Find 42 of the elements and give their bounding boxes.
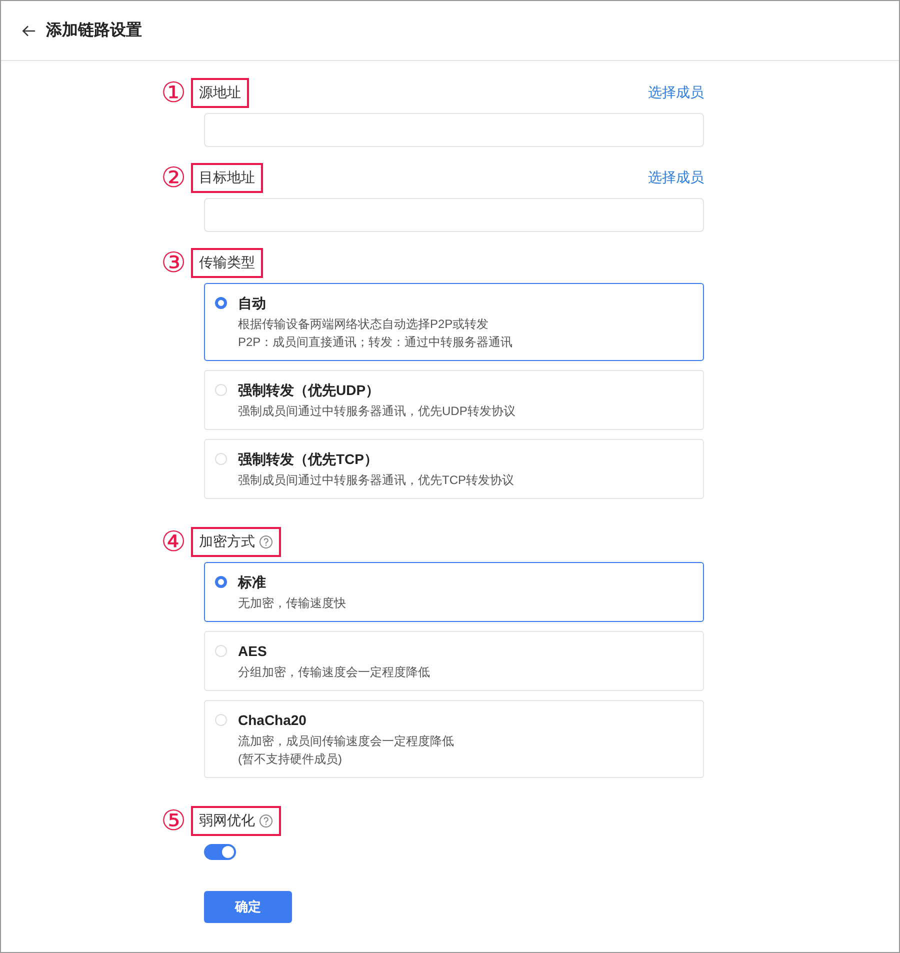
address-field[interactable] bbox=[204, 198, 704, 232]
option-card[interactable]: 强制转发（优先TCP） 强制成员间通过中转服务器通讯，优先TCP转发协议 bbox=[204, 439, 704, 499]
step-marker: ② bbox=[161, 162, 188, 194]
option-title: 标准 bbox=[238, 573, 267, 592]
step-marker: ③ bbox=[161, 247, 188, 279]
step-marker: ④ bbox=[161, 526, 188, 558]
option-description: 分组加密，传输速度会一定程度降低 bbox=[238, 664, 430, 681]
option-card[interactable]: ChaCha20 流加密，成员间传输速度会一定程度降低 (暂不支持硬件成员) bbox=[204, 700, 704, 778]
step-marker: ① bbox=[161, 77, 188, 109]
section-label: 弱网优化 bbox=[199, 812, 255, 830]
section-label: 加密方式 bbox=[199, 533, 255, 551]
option-description: 无加密，传输速度快 bbox=[238, 595, 346, 612]
option-card[interactable]: 自动 根据传输设备两端网络状态自动选择P2P或转发 P2P：成员间直接通讯；转发：通过中转服务器通讯 bbox=[204, 283, 704, 361]
option-title: 自动 bbox=[238, 294, 267, 313]
address-field[interactable] bbox=[204, 113, 704, 147]
back-arrow-icon[interactable] bbox=[22, 24, 36, 36]
option-description: 根据传输设备两端网络状态自动选择P2P或转发 bbox=[238, 316, 490, 333]
page-title: 添加链路设置 bbox=[46, 20, 142, 41]
option-title: 强制转发（优先UDP） bbox=[238, 381, 381, 400]
option-title: AES bbox=[238, 642, 268, 661]
radio-button[interactable] bbox=[215, 576, 227, 588]
option-card[interactable]: AES 分组加密，传输速度会一定程度降低 bbox=[204, 631, 704, 691]
section-label: 传输类型 bbox=[199, 254, 255, 272]
confirm-button[interactable]: 确定 bbox=[204, 891, 292, 923]
section-label: 目标地址 bbox=[199, 169, 255, 187]
section-label: 源地址 bbox=[199, 84, 241, 102]
step-marker: ⑤ bbox=[161, 805, 188, 837]
option-card[interactable]: 强制转发（优先UDP） 强制成员间通过中转服务器通讯，优先UDP转发协议 bbox=[204, 370, 704, 430]
option-description: 强制成员间通过中转服务器通讯，优先UDP转发协议 bbox=[238, 403, 516, 420]
help-icon[interactable] bbox=[259, 814, 273, 828]
select-members-link[interactable]: 选择成员 bbox=[648, 84, 704, 102]
option-card[interactable]: 标准 无加密，传输速度快 bbox=[204, 562, 704, 622]
option-title: 强制转发（优先TCP） bbox=[238, 450, 379, 469]
toggle-switch[interactable] bbox=[204, 844, 236, 860]
radio-button[interactable] bbox=[215, 297, 227, 309]
option-description: P2P：成员间直接通讯；转发：通过中转服务器通讯 bbox=[238, 334, 513, 351]
select-members-link[interactable]: 选择成员 bbox=[648, 169, 704, 187]
option-title: ChaCha20 bbox=[238, 711, 308, 730]
option-description: (暂不支持硬件成员) bbox=[238, 751, 343, 768]
help-icon[interactable] bbox=[259, 535, 273, 549]
option-description: 流加密，成员间传输速度会一定程度降低 bbox=[238, 733, 454, 750]
option-description: 强制成员间通过中转服务器通讯，优先TCP转发协议 bbox=[238, 472, 514, 489]
